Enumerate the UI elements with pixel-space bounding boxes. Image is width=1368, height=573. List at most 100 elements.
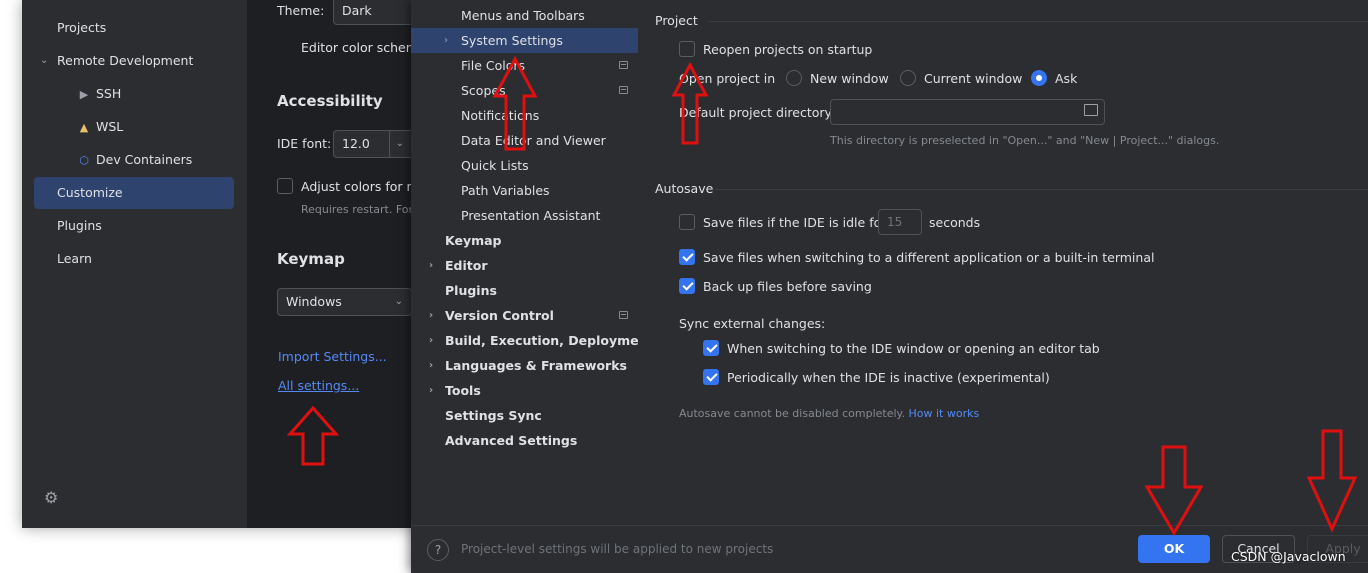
sidebar-item-plugins[interactable]: Plugins [57,210,102,242]
sync-periodic-checkbox[interactable] [703,369,719,385]
save-on-switch-checkbox[interactable] [679,249,695,265]
how-it-works-link[interactable]: How it works [908,407,979,420]
backup-files-checkbox[interactable] [679,278,695,294]
tree-item-label: Presentation Assistant [461,208,601,223]
chevron-right-icon[interactable]: › [429,253,433,278]
tree-item-path-variables[interactable]: Path Variables [461,178,550,203]
project-section-title: Project [655,13,698,28]
tree-item-label: System Settings [461,33,563,48]
radio-new-window[interactable] [786,70,802,86]
welcome-sidebar: Projects ⌄ Remote Development ▶ SSH ▲ WSL … [22,0,247,528]
accessibility-heading: Accessibility [277,92,383,110]
tree-item-system-settings[interactable]: › System Settings [411,28,638,53]
sidebar-item-remote-development[interactable]: ⌄ Remote Development [22,45,247,77]
annotation-arrow-up-icon [671,62,709,145]
annotation-arrow-up-icon [492,56,538,151]
keymap-value: Windows [286,294,342,309]
radio-ask[interactable] [1031,70,1047,86]
idle-seconds-field[interactable] [878,209,922,235]
idle-seconds-unit: seconds [929,215,981,230]
tree-item-editor[interactable]: › Editor [411,253,638,278]
tree-item-plugins[interactable]: Plugins [445,278,497,303]
ok-button[interactable]: OK [1138,535,1210,563]
theme-label: Theme: [277,3,325,18]
tree-item-label: Keymap [445,233,502,248]
tree-item-build-execution-deployment[interactable]: › Build, Execution, Deployment [411,328,653,353]
project-level-icon [619,311,628,319]
tree-item-tools[interactable]: › Tools [411,378,638,403]
tree-item-menus-and-toolbars[interactable]: Menus and Toolbars [461,3,585,28]
welcome-window: Projects ⌄ Remote Development ▶ SSH ▲ WSL … [22,0,472,528]
sidebar-item-customize[interactable]: Customize [34,177,234,209]
idle-seconds-input[interactable] [879,210,921,234]
section-divider [707,21,1368,22]
chevron-right-icon[interactable]: › [429,353,433,378]
chevron-down-icon: ⌄ [388,131,404,157]
default-directory-hint: This directory is preselected in "Open..… [830,134,1220,147]
reopen-projects-checkbox[interactable] [679,41,695,57]
tree-item-advanced-settings[interactable]: Advanced Settings [445,428,577,453]
gear-icon[interactable]: ⚙ [44,488,58,507]
sidebar-item-label: Projects [57,20,107,35]
chevron-right-icon[interactable]: › [429,303,433,328]
chevron-right-icon[interactable]: › [429,328,433,353]
autosave-note: Autosave cannot be disabled completely. … [679,407,979,420]
watermark: CSDN @Javaclown [1231,549,1346,564]
chevron-down-icon: ⌄ [394,296,403,307]
tree-item-label: Quick Lists [461,158,529,173]
sidebar-item-label: Remote Development [57,53,194,68]
tree-item-label: Languages & Frameworks [445,358,627,373]
default-project-directory-field[interactable] [830,99,1105,125]
sidebar-item-wsl[interactable]: ▲ WSL [77,111,124,143]
ide-font-label: IDE font: [277,136,332,151]
sidebar-item-label: Customize [57,185,123,200]
tree-item-settings-sync[interactable]: Settings Sync [445,403,542,428]
editor-color-scheme-label: Editor color scheme [301,40,426,55]
import-settings-link[interactable]: Import Settings... [278,349,387,364]
folder-icon[interactable] [1084,104,1098,116]
save-on-switch-label: Save files when switching to a different… [703,250,1155,265]
tree-item-languages-frameworks[interactable]: › Languages & Frameworks [411,353,638,378]
adjust-colors-checkbox[interactable] [277,178,293,194]
tree-item-presentation-assistant[interactable]: Presentation Assistant [461,203,600,228]
all-settings-link[interactable]: All settings... [278,378,359,393]
keymap-heading: Keymap [277,250,345,268]
tree-item-version-control[interactable]: › Version Control [411,303,638,328]
chevron-down-icon[interactable]: ⌄ [40,45,48,77]
tree-item-label: Version Control [445,308,554,323]
chevron-right-icon[interactable]: › [444,28,448,53]
tree-item-quick-lists[interactable]: Quick Lists [461,153,529,178]
settings-dialog: Menus and Toolbars › System Settings Fil… [411,0,1368,573]
tree-item-label: Build, Execution, Deployment [445,333,654,348]
backup-files-label: Back up files before saving [703,279,872,294]
save-if-idle-checkbox[interactable] [679,214,695,230]
tree-item-label: Menus and Toolbars [461,8,585,23]
sidebar-item-label: Learn [57,251,92,266]
tree-item-label: Tools [445,383,481,398]
sidebar-item-label: Plugins [57,218,102,233]
help-icon[interactable]: ? [427,539,449,561]
radio-current-window[interactable] [900,70,916,86]
sidebar-item-dev-containers[interactable]: ⬡ Dev Containers [77,144,192,176]
tree-item-label: Path Variables [461,183,550,198]
sync-on-switch-label: When switching to the IDE window or open… [727,341,1100,356]
project-level-icon [619,86,628,94]
sidebar-item-learn[interactable]: Learn [57,243,92,275]
autosave-section-title: Autosave [655,181,714,196]
sidebar-item-ssh[interactable]: ▶ SSH [77,78,122,110]
terminal-icon: ▶ [79,88,89,101]
dialog-footer: ? Project-level settings will be applied… [411,525,1368,573]
section-divider [715,189,1368,190]
ide-font-value: 12.0 [342,136,370,151]
sync-periodic-label: Periodically when the IDE is inactive (e… [727,370,1050,385]
keymap-combo[interactable]: Windows ⌄ [277,288,412,316]
default-project-directory-input[interactable] [831,100,1104,124]
sidebar-item-label: WSL [96,119,124,134]
footer-info-text: Project-level settings will be applied t… [461,542,774,556]
tree-item-keymap[interactable]: Keymap [445,228,502,253]
reopen-projects-label: Reopen projects on startup [703,42,873,57]
sidebar-item-projects[interactable]: Projects [57,12,106,44]
sync-on-switch-checkbox[interactable] [703,340,719,356]
chevron-right-icon[interactable]: › [429,378,433,403]
radio-new-window-label: New window [810,71,889,86]
